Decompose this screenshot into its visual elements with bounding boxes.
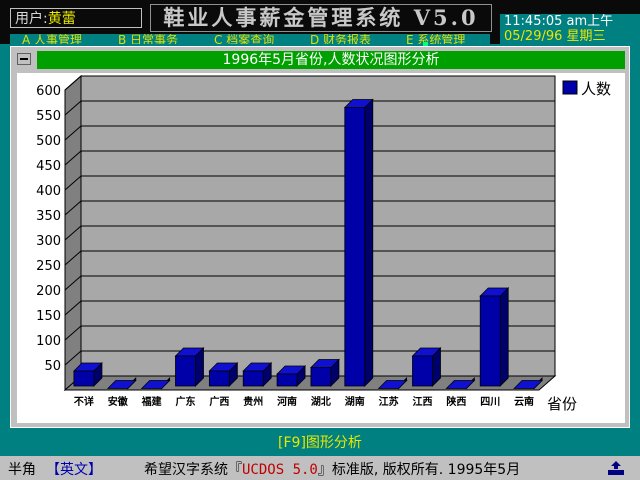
x-axis-title: 省份 — [547, 395, 577, 413]
bar-side — [364, 98, 374, 387]
window-titlebar: 1996年5月省份,人数状况图形分析 — [11, 47, 629, 73]
legend-label: 人数 — [581, 80, 611, 98]
menu-item-system-admin[interactable]: E 系统管理 — [406, 34, 465, 44]
bar — [344, 107, 366, 387]
user-label: 用户: — [15, 11, 48, 27]
system-prefix: 希望汉字系统『 — [144, 462, 242, 478]
y-tick-label: 350 — [36, 209, 61, 224]
input-language[interactable]: 【英文】 — [46, 459, 102, 479]
x-tick-label: 湖北 — [311, 395, 331, 408]
f9-hint[interactable]: [F9]图形分析 — [0, 432, 640, 452]
menu-item-personnel[interactable]: A 人事管理 — [22, 34, 82, 44]
bar — [175, 355, 196, 387]
bar-chart: 50 100 150 200 250 300 350 400 450 500 550 600 不详 安徽福… — [36, 74, 611, 413]
user-box: 用户:黄蕾 — [10, 8, 142, 28]
system-suffix: 』标准版, 版权所有. 1995年5月 — [317, 462, 521, 478]
x-tick-label: 江西 — [413, 395, 433, 408]
y-tick-label: 500 — [36, 134, 61, 149]
menu-item-archive-query[interactable]: C 档案查询 — [214, 34, 274, 44]
menu-item-daily-affairs[interactable]: B 日常事务 — [118, 34, 178, 44]
user-name: 黄蕾 — [47, 11, 76, 27]
chart-area: 50 100 150 200 250 300 350 400 450 500 550 600 不详 安徽福… — [17, 73, 625, 423]
chart-window: 1996年5月省份,人数状况图形分析 50 100 150 200 250 300 350 4… — [10, 46, 630, 428]
x-tick-label: 湖南 — [345, 395, 365, 408]
bar-side — [499, 287, 509, 387]
x-tick-label: 不详 — [74, 395, 94, 408]
bar — [412, 355, 433, 387]
window-title: 1996年5月省份,人数状况图形分析 — [37, 51, 625, 69]
x-tick-label: 贵州 — [243, 395, 263, 408]
y-tick-label: 600 — [36, 84, 61, 99]
bar — [310, 367, 332, 387]
y-tick-label: 400 — [36, 184, 61, 199]
x-tick-label: 广西 — [209, 395, 229, 408]
bar — [276, 373, 298, 387]
y-tick-label: 100 — [36, 334, 61, 349]
clock-time: 11:45:05 am上午 — [504, 14, 614, 29]
x-tick-label: 云南 — [514, 395, 534, 408]
x-tick-label: 陕西 — [446, 395, 466, 408]
clock: 11:45:05 am上午 05/29/96 星期三 — [500, 14, 640, 44]
bar — [208, 370, 230, 387]
x-tick-label: 河南 — [277, 395, 297, 408]
x-tick-label: 广东 — [176, 395, 196, 408]
x-tick-label: 安徽 — [108, 395, 129, 408]
y-tick-label: 50 — [44, 359, 61, 374]
input-width-mode[interactable]: 半角 — [8, 459, 36, 479]
x-tick-label: 江苏 — [379, 395, 399, 408]
x-tick-label: 福建 — [141, 395, 163, 408]
y-tick-label: 450 — [36, 159, 61, 174]
system-name: UCDOS 5.0 — [242, 462, 318, 478]
menu-item-finance-reports[interactable]: D 财务报表 — [310, 34, 371, 44]
clock-date: 05/29/96 星期三 — [504, 29, 606, 44]
bar — [242, 370, 264, 387]
system-info: 希望汉字系统『UCDOS 5.0』标准版, 版权所有. 1995年5月 — [144, 459, 520, 479]
main-menu: A 人事管理 B 日常事务 C 档案查询 D 财务报表 E 系统管理 — [10, 34, 490, 44]
bar — [73, 370, 95, 387]
top-bar: 用户:黄蕾 鞋业人事薪金管理系统 V5.0 A 人事管理 B 日常事务 C 档案… — [0, 0, 640, 44]
legend-swatch — [562, 80, 578, 95]
window-menu-button[interactable] — [17, 53, 31, 65]
y-tick-label: 250 — [36, 259, 61, 274]
y-tick-label: 300 — [36, 234, 61, 249]
keyboard-icon[interactable] — [606, 460, 626, 476]
x-tick-label: 四川 — [480, 396, 500, 408]
app-title: 鞋业人事薪金管理系统 V5.0 — [150, 4, 492, 32]
status-bar: 半角 【英文】 希望汉字系统『UCDOS 5.0』标准版, 版权所有. 1995… — [0, 456, 640, 480]
y-tick-label: 200 — [36, 284, 61, 299]
y-tick-label: 150 — [36, 309, 61, 324]
bar — [479, 295, 501, 387]
y-tick-label: 550 — [36, 109, 61, 124]
